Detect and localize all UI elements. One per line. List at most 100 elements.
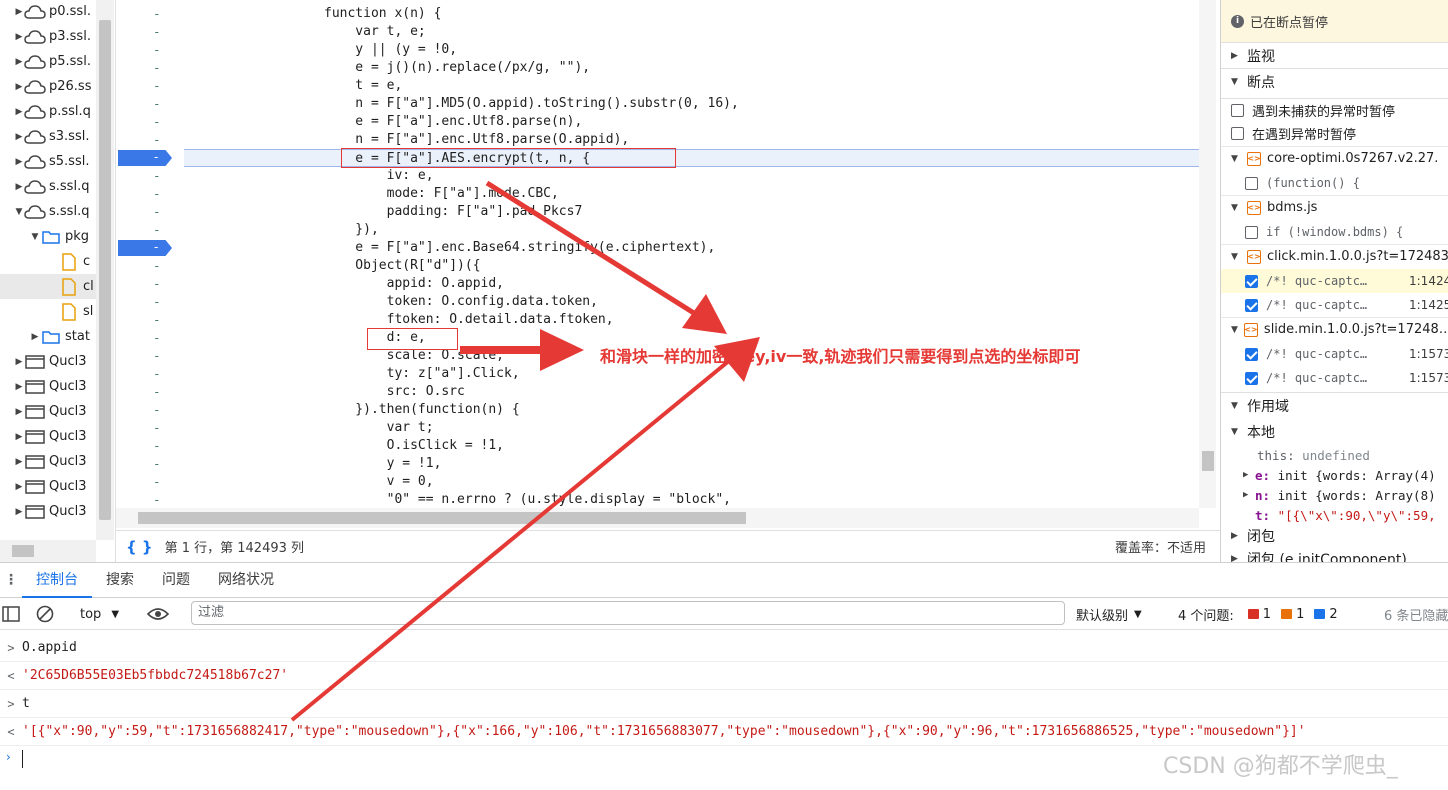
code-line[interactable]: function x(n) {	[184, 5, 441, 23]
code-editor[interactable]: - - - - - - - - - - - - - - - - - - - - - - - - - - - - function x(…	[116, 0, 1220, 530]
line-number[interactable]: -	[116, 419, 184, 437]
clear-console-icon[interactable]	[36, 598, 54, 630]
code-line[interactable]: var t, e;	[184, 23, 425, 41]
breakpoint-entry[interactable]: (function() {	[1221, 171, 1448, 195]
code-line[interactable]: var t;	[184, 419, 434, 437]
code-line[interactable]: src: O.src	[184, 383, 465, 401]
line-number[interactable]: -	[116, 113, 184, 131]
live-expression-eye-icon[interactable]	[147, 598, 169, 630]
line-number[interactable]: -	[116, 455, 184, 473]
breakpoint-marker[interactable]	[118, 240, 172, 256]
code-line[interactable]: y || (y = !0,	[184, 41, 457, 59]
drawer-tab[interactable]: 网络状况	[204, 562, 288, 598]
tree-item[interactable]: ▶ p3.ssl.	[0, 24, 96, 49]
pause-caught-option[interactable]: 在遇到异常时暂停	[1221, 121, 1448, 145]
line-number[interactable]: -	[116, 95, 184, 113]
tree-item[interactable]: ▶ Qucl3	[0, 349, 96, 374]
line-number[interactable]: -	[116, 5, 184, 23]
line-number[interactable]: -	[116, 401, 184, 419]
code-line[interactable]: e = F["a"].enc.Utf8.parse(n),	[184, 113, 582, 131]
triangle-right-icon[interactable]: ▶	[14, 32, 24, 42]
breakpoint-entry[interactable]: /*! quc-captc… 1:1573	[1221, 366, 1448, 390]
scope-this[interactable]: this: undefined	[1257, 445, 1448, 465]
console-line[interactable]: > t	[0, 690, 1448, 718]
code-line[interactable]: O.isClick = !1,	[184, 437, 504, 455]
context-selector[interactable]: top ▼	[80, 598, 119, 630]
triangle-right-icon[interactable]: ▶	[14, 82, 24, 92]
tree-item[interactable]: ▶ Qucl3	[0, 474, 96, 499]
watch-section[interactable]: ▶ 监视	[1221, 42, 1448, 68]
breakpoint-file[interactable]: ▼ <> slide.min.1.0.0.js?t=17248…	[1221, 317, 1448, 341]
breakpoint-checkbox[interactable]	[1245, 347, 1258, 361]
code-line[interactable]: Object(R["d"])({	[184, 257, 480, 275]
breakpoint-entry[interactable]: /*! quc-captc… 1:1425	[1221, 293, 1448, 317]
triangle-right-icon[interactable]: ▶	[30, 332, 40, 342]
line-number[interactable]: -	[116, 239, 184, 257]
breakpoint-entry[interactable]: if (!window.bdms) {	[1221, 220, 1448, 244]
console-prompt-caret[interactable]	[22, 750, 23, 768]
line-number[interactable]: -	[116, 491, 184, 509]
code-line[interactable]: v = 0,	[184, 473, 434, 491]
tree-item[interactable]: ▶ s5.ssl.	[0, 149, 96, 174]
code-line[interactable]: n = F["a"].MD5(O.appid).toString().subst…	[184, 95, 739, 113]
editor-horizontal-scroll-thumb[interactable]	[138, 512, 746, 524]
triangle-right-icon[interactable]: ▶	[14, 7, 24, 17]
line-number[interactable]: -	[116, 437, 184, 455]
triangle-down-icon[interactable]: ▼	[1231, 325, 1238, 335]
line-number[interactable]: -	[116, 131, 184, 149]
code-line[interactable]: ty: z["a"].Click,	[184, 365, 520, 383]
breakpoint-checkbox[interactable]	[1245, 371, 1258, 385]
tree-item[interactable]: ▶ p0.ssl.	[0, 0, 96, 24]
tree-item[interactable]: ▼ pkg	[0, 224, 96, 249]
log-levels-dropdown[interactable]: 默认级别 ▼	[1076, 598, 1142, 630]
breakpoint-checkbox[interactable]	[1245, 298, 1258, 312]
code-line[interactable]: n = F["a"].enc.Utf8.parse(O.appid),	[184, 131, 629, 149]
breakpoint-marker[interactable]	[118, 150, 172, 166]
code-line[interactable]: iv: e,	[184, 167, 434, 185]
pause-caught-checkbox[interactable]	[1231, 126, 1244, 140]
console-line[interactable]: < '2C65D6B55E03Eb5fbbdc724518b67c27'	[0, 662, 1448, 690]
line-number[interactable]: -	[116, 41, 184, 59]
tree-horizontal-scroll-thumb[interactable]	[12, 545, 34, 557]
line-number[interactable]: -	[116, 23, 184, 41]
tree-item[interactable]: ▶ stat	[0, 324, 96, 349]
scope-e[interactable]: ▶ e: init {words: Array(4)	[1243, 465, 1448, 485]
breakpoint-checkbox[interactable]	[1245, 274, 1258, 288]
tree-item[interactable]: cl	[0, 274, 96, 299]
issues-counter[interactable]: 4 个问题: 1 1 2	[1178, 598, 1338, 630]
line-number[interactable]: -	[116, 257, 184, 275]
line-number[interactable]: -	[116, 383, 184, 401]
line-number[interactable]: -	[116, 365, 184, 383]
tree-item[interactable]: ▶ p5.ssl.	[0, 49, 96, 74]
code-line[interactable]: }).then(function(n) {	[184, 401, 519, 419]
breakpoint-checkbox[interactable]	[1245, 176, 1258, 190]
code-line[interactable]: ftoken: O.detail.data.ftoken,	[184, 311, 614, 329]
line-number[interactable]: -	[116, 293, 184, 311]
triangle-down-icon[interactable]: ▼	[14, 207, 24, 217]
code-line[interactable]: y = !1,	[184, 455, 442, 473]
drawer-tab[interactable]: 控制台	[22, 562, 92, 598]
breakpoint-file[interactable]: ▼ <> core-optimi.0s7267.v2.27.	[1221, 146, 1448, 170]
code-line[interactable]: token: O.config.data.token,	[184, 293, 598, 311]
scope-section[interactable]: ▼ 作用域	[1221, 392, 1448, 418]
line-number[interactable]: -	[116, 167, 184, 185]
editor-vertical-scroll-thumb[interactable]	[1202, 451, 1214, 471]
breakpoints-section[interactable]: ▼ 断点	[1221, 68, 1448, 94]
code-line[interactable]: e = F["a"].enc.Base64.stringify(e.cipher…	[184, 239, 715, 257]
triangle-right-icon[interactable]: ▶	[14, 482, 24, 492]
tree-item[interactable]: ▼ s.ssl.q	[0, 199, 96, 224]
triangle-right-icon[interactable]: ▶	[14, 432, 24, 442]
pause-uncaught-checkbox[interactable]	[1231, 104, 1244, 117]
drawer-tab[interactable]: 问题	[148, 562, 204, 598]
breakpoint-checkbox[interactable]	[1245, 225, 1258, 239]
triangle-right-icon[interactable]: ▶	[14, 57, 24, 67]
drawer-menu-icon[interactable]: ⋮	[0, 572, 22, 588]
triangle-down-icon[interactable]: ▼	[1231, 154, 1241, 164]
triangle-right-icon[interactable]: ▶	[14, 132, 24, 142]
line-number[interactable]: -	[116, 221, 184, 239]
sidebar-toggle-icon[interactable]	[2, 598, 20, 630]
pretty-print-icon[interactable]: { }	[126, 538, 153, 556]
triangle-right-icon[interactable]: ▶	[14, 107, 24, 117]
line-gutter[interactable]: - - - - - - - - - - - - - - - - - - - - - - - - - - - -	[116, 0, 184, 508]
tree-item[interactable]: ▶ p.ssl.q	[0, 99, 96, 124]
